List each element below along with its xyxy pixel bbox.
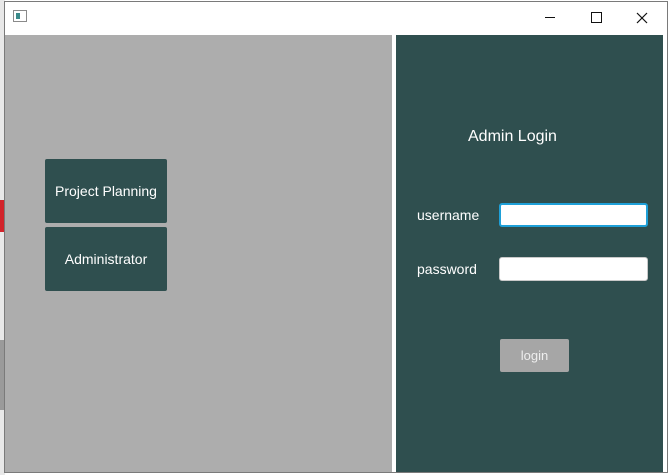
username-field[interactable] (499, 203, 648, 227)
login-title: Admin Login (468, 128, 557, 145)
window-content: Project Planning Administrator Admin Log… (5, 33, 667, 472)
password-label: password (417, 261, 477, 277)
password-field[interactable] (499, 257, 648, 281)
app-icon (13, 10, 27, 22)
login-button[interactable]: login (500, 339, 569, 372)
username-label: username (417, 207, 480, 223)
maximize-icon (590, 12, 602, 23)
app-window: Project Planning Administrator Admin Log… (4, 1, 668, 473)
project-planning-button[interactable]: Project Planning (45, 159, 167, 223)
title-bar[interactable] (5, 2, 667, 33)
minimize-icon (545, 17, 555, 18)
minimize-button[interactable] (527, 2, 573, 33)
login-pane: Admin Login username password login (396, 35, 663, 472)
administrator-button[interactable]: Administrator (45, 227, 167, 291)
close-button[interactable] (619, 2, 665, 33)
navigation-pane: Project Planning Administrator (5, 35, 392, 472)
maximize-button[interactable] (573, 2, 619, 33)
close-icon (636, 12, 648, 23)
